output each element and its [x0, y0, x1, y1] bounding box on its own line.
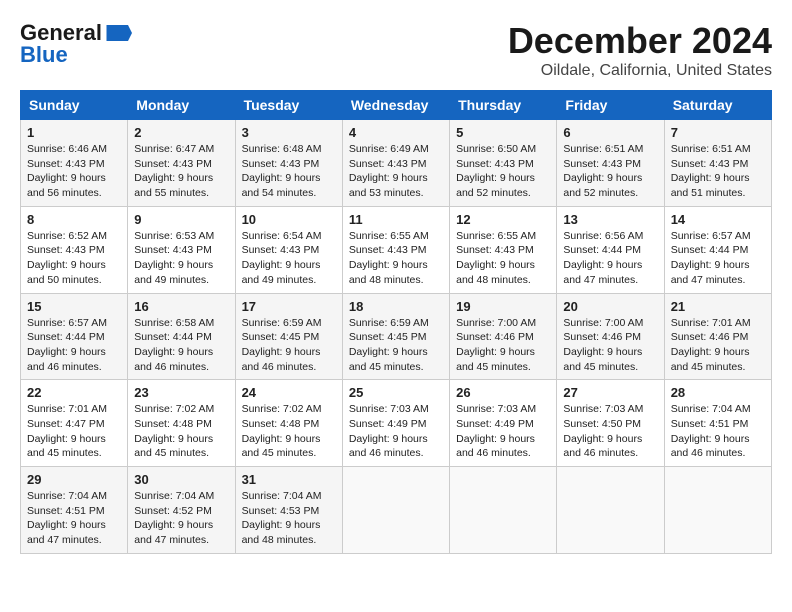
week-row-3: 15 Sunrise: 6:57 AMSunset: 4:44 PMDaylig… — [21, 293, 772, 380]
header-tuesday: Tuesday — [235, 91, 342, 120]
day-11: 11 Sunrise: 6:55 AMSunset: 4:43 PMDaylig… — [342, 206, 449, 293]
title-area: December 2024 Oildale, California, Unite… — [508, 20, 772, 80]
calendar-subtitle: Oildale, California, United States — [508, 62, 772, 80]
day-27: 27 Sunrise: 7:03 AMSunset: 4:50 PMDaylig… — [557, 380, 664, 467]
day-17: 17 Sunrise: 6:59 AMSunset: 4:45 PMDaylig… — [235, 293, 342, 380]
day-2: 2 Sunrise: 6:47 AMSunset: 4:43 PMDayligh… — [128, 120, 235, 207]
logo-flag-icon — [104, 23, 132, 43]
logo-blue: Blue — [20, 42, 68, 68]
day-22: 22 Sunrise: 7:01 AMSunset: 4:47 PMDaylig… — [21, 380, 128, 467]
day-21: 21 Sunrise: 7:01 AMSunset: 4:46 PMDaylig… — [664, 293, 771, 380]
week-row-5: 29 Sunrise: 7:04 AMSunset: 4:51 PMDaylig… — [21, 467, 772, 554]
day-14: 14 Sunrise: 6:57 AMSunset: 4:44 PMDaylig… — [664, 206, 771, 293]
calendar-header-row: Sunday Monday Tuesday Wednesday Thursday… — [21, 91, 772, 120]
calendar-table: Sunday Monday Tuesday Wednesday Thursday… — [20, 90, 772, 554]
day-28: 28 Sunrise: 7:04 AMSunset: 4:51 PMDaylig… — [664, 380, 771, 467]
day-6: 6 Sunrise: 6:51 AMSunset: 4:43 PMDayligh… — [557, 120, 664, 207]
week-row-4: 22 Sunrise: 7:01 AMSunset: 4:47 PMDaylig… — [21, 380, 772, 467]
header-sunday: Sunday — [21, 91, 128, 120]
day-1: 1 Sunrise: 6:46 AMSunset: 4:43 PMDayligh… — [21, 120, 128, 207]
header-thursday: Thursday — [450, 91, 557, 120]
calendar-title: December 2024 — [508, 20, 772, 62]
empty-cell-2 — [450, 467, 557, 554]
header-wednesday: Wednesday — [342, 91, 449, 120]
day-9: 9 Sunrise: 6:53 AMSunset: 4:43 PMDayligh… — [128, 206, 235, 293]
empty-cell-3 — [557, 467, 664, 554]
day-13: 13 Sunrise: 6:56 AMSunset: 4:44 PMDaylig… — [557, 206, 664, 293]
day-24: 24 Sunrise: 7:02 AMSunset: 4:48 PMDaylig… — [235, 380, 342, 467]
day-16: 16 Sunrise: 6:58 AMSunset: 4:44 PMDaylig… — [128, 293, 235, 380]
week-row-2: 8 Sunrise: 6:52 AMSunset: 4:43 PMDayligh… — [21, 206, 772, 293]
week-row-1: 1 Sunrise: 6:46 AMSunset: 4:43 PMDayligh… — [21, 120, 772, 207]
day-5: 5 Sunrise: 6:50 AMSunset: 4:43 PMDayligh… — [450, 120, 557, 207]
header-saturday: Saturday — [664, 91, 771, 120]
day-20: 20 Sunrise: 7:00 AMSunset: 4:46 PMDaylig… — [557, 293, 664, 380]
day-23: 23 Sunrise: 7:02 AMSunset: 4:48 PMDaylig… — [128, 380, 235, 467]
day-4: 4 Sunrise: 6:49 AMSunset: 4:43 PMDayligh… — [342, 120, 449, 207]
header-monday: Monday — [128, 91, 235, 120]
day-12: 12 Sunrise: 6:55 AMSunset: 4:43 PMDaylig… — [450, 206, 557, 293]
day-3: 3 Sunrise: 6:48 AMSunset: 4:43 PMDayligh… — [235, 120, 342, 207]
day-26: 26 Sunrise: 7:03 AMSunset: 4:49 PMDaylig… — [450, 380, 557, 467]
day-15: 15 Sunrise: 6:57 AMSunset: 4:44 PMDaylig… — [21, 293, 128, 380]
day-7: 7 Sunrise: 6:51 AMSunset: 4:43 PMDayligh… — [664, 120, 771, 207]
empty-cell-4 — [664, 467, 771, 554]
day-29: 29 Sunrise: 7:04 AMSunset: 4:51 PMDaylig… — [21, 467, 128, 554]
header-friday: Friday — [557, 91, 664, 120]
logo: General Blue — [20, 20, 132, 68]
day-25: 25 Sunrise: 7:03 AMSunset: 4:49 PMDaylig… — [342, 380, 449, 467]
day-10: 10 Sunrise: 6:54 AMSunset: 4:43 PMDaylig… — [235, 206, 342, 293]
day-30: 30 Sunrise: 7:04 AMSunset: 4:52 PMDaylig… — [128, 467, 235, 554]
day-19: 19 Sunrise: 7:00 AMSunset: 4:46 PMDaylig… — [450, 293, 557, 380]
day-8: 8 Sunrise: 6:52 AMSunset: 4:43 PMDayligh… — [21, 206, 128, 293]
header: General Blue December 2024 Oildale, Cali… — [20, 20, 772, 80]
day-18: 18 Sunrise: 6:59 AMSunset: 4:45 PMDaylig… — [342, 293, 449, 380]
empty-cell-1 — [342, 467, 449, 554]
day-31: 31 Sunrise: 7:04 AMSunset: 4:53 PMDaylig… — [235, 467, 342, 554]
